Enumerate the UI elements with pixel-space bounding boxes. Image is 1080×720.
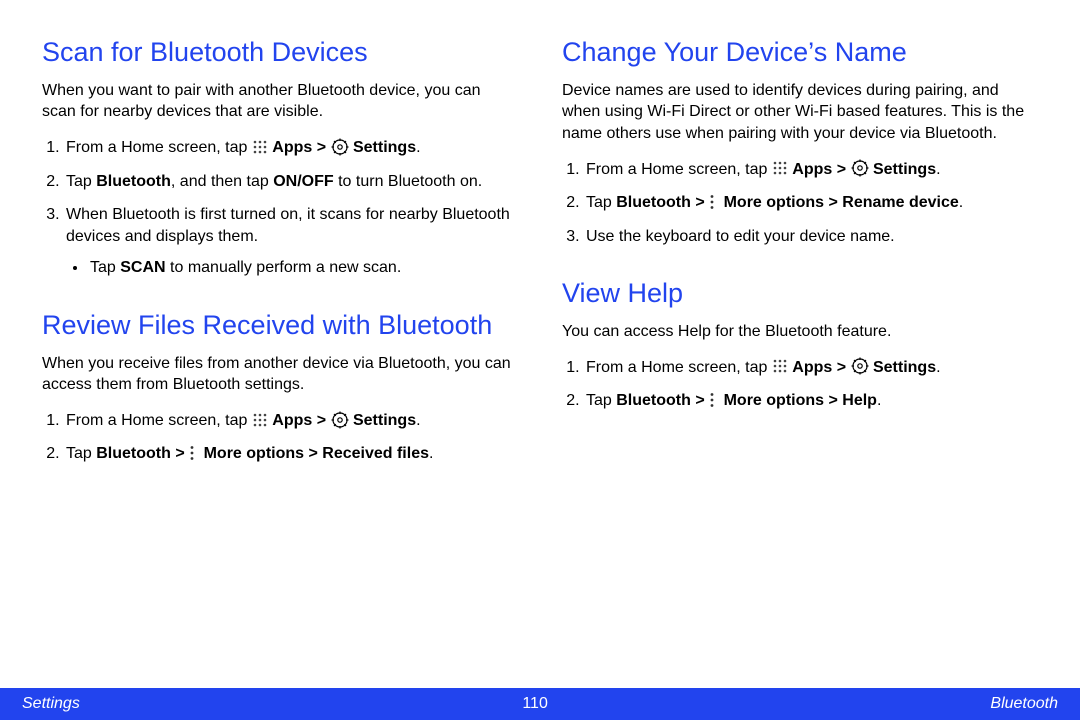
- footer-right: Bluetooth: [990, 695, 1058, 713]
- gear-icon: [851, 357, 869, 375]
- gear-icon: [331, 411, 349, 429]
- step-1: From a Home screen, tap Apps > Settings.: [584, 357, 1038, 379]
- step-2: Tap Bluetooth > More options > Received …: [64, 443, 518, 465]
- steps-scan: From a Home screen, tap Apps > Settings.…: [42, 137, 518, 279]
- apps-icon: [772, 160, 788, 176]
- desc-scan: When you want to pair with another Bluet…: [42, 80, 518, 123]
- page-number: 110: [522, 695, 548, 713]
- step-2: Tap Bluetooth, and then tap ON/OFF to tu…: [64, 171, 518, 193]
- heading-change: Change Your Device’s Name: [562, 36, 1038, 70]
- more-options-icon: [189, 445, 199, 461]
- apps-icon: [772, 358, 788, 374]
- gear-icon: [331, 138, 349, 156]
- left-column: Scan for Bluetooth Devices When you want…: [42, 36, 518, 688]
- page-footer: Settings 110 Bluetooth: [0, 688, 1080, 720]
- steps-change: From a Home screen, tap Apps > Settings.…: [562, 159, 1038, 248]
- heading-help: View Help: [562, 277, 1038, 311]
- step-1: From a Home screen, tap Apps > Settings.: [64, 137, 518, 159]
- more-options-icon: [709, 392, 719, 408]
- section-change: Change Your Device’s Name Device names a…: [562, 36, 1038, 247]
- section-help: View Help You can access Help for the Bl…: [562, 277, 1038, 412]
- page-content: Scan for Bluetooth Devices When you want…: [0, 0, 1080, 688]
- heading-scan: Scan for Bluetooth Devices: [42, 36, 518, 70]
- more-options-icon: [709, 194, 719, 210]
- heading-review: Review Files Received with Bluetooth: [42, 309, 518, 343]
- apps-icon: [252, 412, 268, 428]
- step-2: Tap Bluetooth > More options > Rename de…: [584, 192, 1038, 214]
- step-1: From a Home screen, tap Apps > Settings.: [64, 410, 518, 432]
- desc-change: Device names are used to identify device…: [562, 80, 1038, 145]
- step-1: From a Home screen, tap Apps > Settings.: [584, 159, 1038, 181]
- sub-bullets: Tap SCAN to manually perform a new scan.: [66, 257, 518, 279]
- step-3: When Bluetooth is first turned on, it sc…: [64, 204, 518, 279]
- section-scan: Scan for Bluetooth Devices When you want…: [42, 36, 518, 279]
- steps-review: From a Home screen, tap Apps > Settings.…: [42, 410, 518, 465]
- apps-icon: [252, 139, 268, 155]
- step-2: Tap Bluetooth > More options > Help.: [584, 390, 1038, 412]
- right-column: Change Your Device’s Name Device names a…: [562, 36, 1038, 688]
- gear-icon: [851, 159, 869, 177]
- desc-review: When you receive files from another devi…: [42, 353, 518, 396]
- footer-left: Settings: [22, 695, 80, 713]
- section-review: Review Files Received with Bluetooth Whe…: [42, 309, 518, 465]
- steps-help: From a Home screen, tap Apps > Settings.…: [562, 357, 1038, 412]
- step-3: Use the keyboard to edit your device nam…: [584, 226, 1038, 248]
- desc-help: You can access Help for the Bluetooth fe…: [562, 321, 1038, 343]
- sub-bullet: Tap SCAN to manually perform a new scan.: [88, 257, 518, 279]
